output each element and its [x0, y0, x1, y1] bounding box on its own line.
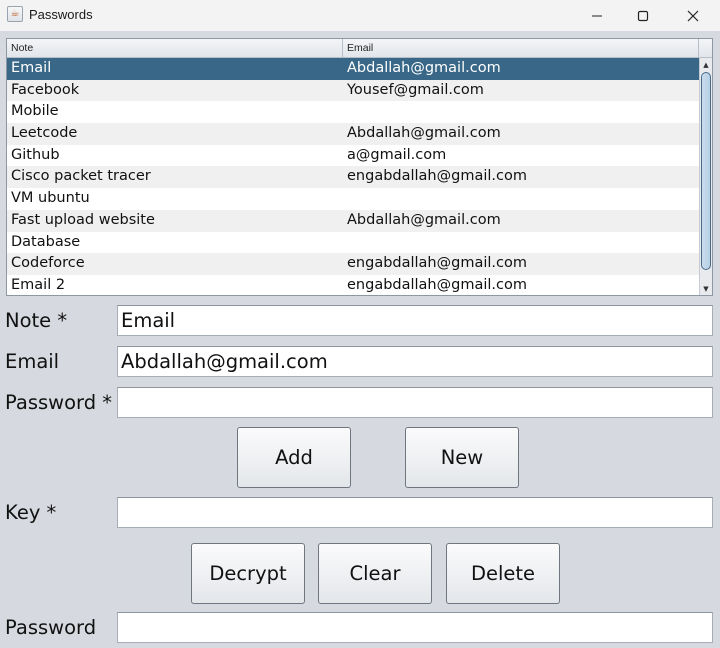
table-row[interactable]: Facebook Yousef@gmail.com: [7, 79, 699, 102]
cell-email: engabdallah@gmail.com: [347, 276, 527, 293]
maximize-button[interactable]: [620, 0, 666, 31]
cell-note: Email 2: [11, 276, 66, 293]
scrollbar-thumb[interactable]: [701, 72, 711, 270]
cell-email: Yousef@gmail.com: [347, 81, 484, 98]
new-button[interactable]: New: [405, 427, 519, 488]
table-row[interactable]: Email Abdallah@gmail.com: [7, 58, 699, 80]
table-row[interactable]: Leetcode Abdallah@gmail.com: [7, 123, 699, 145]
cell-email: engabdallah@gmail.com: [347, 168, 527, 185]
cell-email: Abdallah@gmail.com: [347, 211, 501, 228]
table-row[interactable]: Fast upload website Abdallah@gmail.com: [7, 209, 699, 232]
table-row[interactable]: Mobile: [7, 101, 699, 123]
cell-note: Leetcode: [11, 125, 78, 142]
key-input[interactable]: [117, 497, 713, 528]
table-body: Email Abdallah@gmail.com Facebook Yousef@g…: [7, 58, 699, 295]
add-button[interactable]: Add: [237, 427, 351, 488]
cell-note: Email: [11, 60, 52, 76]
passwords-table[interactable]: Note Email Email Abdallah@gmail.com Faceb…: [6, 38, 713, 296]
cell-note: Cisco packet tracer: [11, 168, 151, 185]
decrypt-button[interactable]: Decrypt: [191, 543, 305, 604]
table-row[interactable]: Database: [7, 232, 699, 254]
cell-note: Codeforce: [11, 255, 85, 272]
password-label: Password *: [5, 391, 113, 414]
maximize-icon: [637, 10, 649, 21]
minimize-icon: [592, 15, 602, 16]
minimize-button[interactable]: [574, 0, 620, 31]
table-row[interactable]: Codeforce engabdallah@gmail.com: [7, 253, 699, 275]
vertical-scrollbar[interactable]: ▲ ▼: [699, 58, 712, 295]
title-bar: ☕ Passwords: [0, 0, 720, 31]
table-row[interactable]: Github a@gmail.com: [7, 145, 699, 167]
close-button[interactable]: [670, 0, 716, 31]
password-input[interactable]: [117, 387, 713, 418]
scroll-down-arrow-icon[interactable]: ▼: [700, 283, 712, 295]
table-row[interactable]: Email 2 engabdallah@gmail.com: [7, 275, 699, 295]
table-row[interactable]: Cisco packet tracer engabdallah@gmail.com: [7, 166, 699, 189]
note-input[interactable]: Email: [117, 305, 713, 336]
window-title: Passwords: [29, 7, 93, 22]
cell-note: Mobile: [11, 103, 59, 120]
clear-button[interactable]: Clear: [318, 543, 432, 604]
scroll-up-arrow-icon[interactable]: ▲: [700, 59, 712, 71]
email-input[interactable]: Abdallah@gmail.com: [117, 346, 713, 377]
cell-note: Github: [11, 146, 60, 163]
cell-note: Facebook: [11, 81, 80, 98]
note-label: Note *: [5, 309, 68, 332]
cell-email: a@gmail.com: [347, 146, 447, 163]
cell-note: VM ubuntu: [11, 190, 90, 207]
decrypted-password-label: Password: [5, 616, 97, 639]
java-cup-icon: ☕: [7, 6, 23, 22]
delete-button[interactable]: Delete: [446, 543, 560, 604]
key-label: Key *: [5, 501, 57, 524]
table-header: Note Email: [7, 39, 712, 58]
email-label: Email: [5, 350, 60, 373]
cell-note: Database: [11, 233, 81, 250]
column-header-note[interactable]: Note: [7, 39, 343, 57]
cell-email: Abdallah@gmail.com: [347, 60, 501, 76]
decrypted-password-output[interactable]: [117, 612, 713, 643]
cell-email: engabdallah@gmail.com: [347, 255, 527, 272]
close-icon: [687, 10, 699, 21]
cell-email: Abdallah@gmail.com: [347, 125, 501, 142]
column-header-email[interactable]: Email: [343, 39, 699, 57]
cell-note: Fast upload website: [11, 211, 155, 228]
table-row[interactable]: VM ubuntu: [7, 188, 699, 210]
